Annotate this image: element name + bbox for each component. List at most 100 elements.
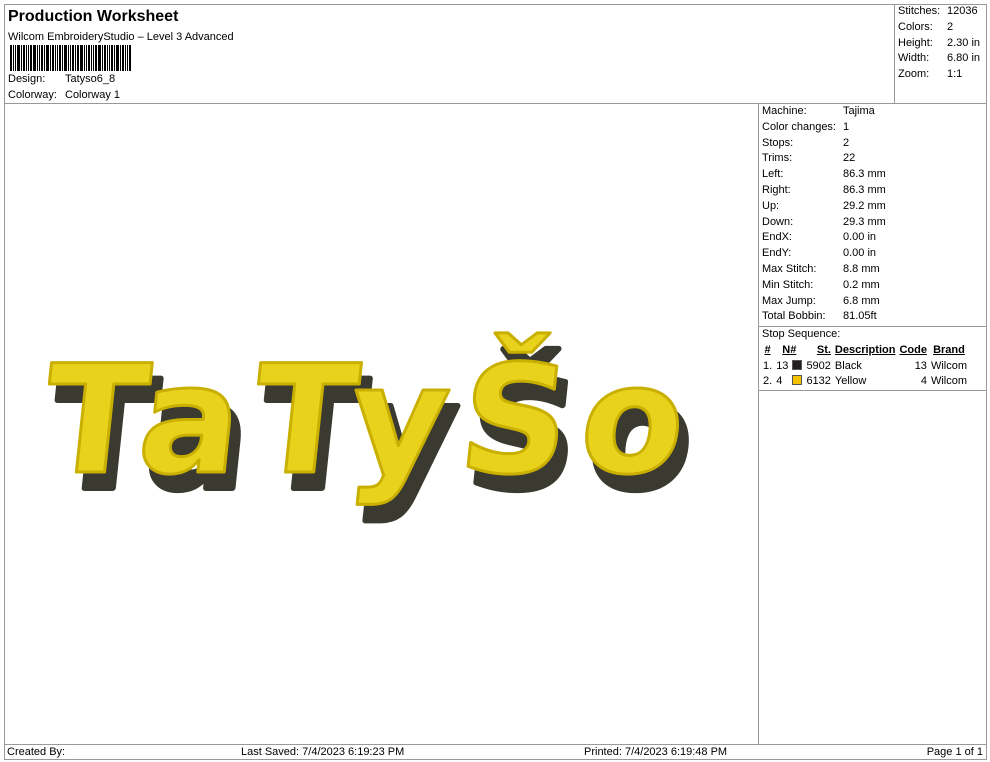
column-header: # bbox=[764, 344, 771, 357]
code: 13 bbox=[914, 359, 927, 372]
machine-value: 29.2 mm bbox=[843, 199, 886, 212]
column-header: Description bbox=[834, 344, 896, 357]
design-value: Tatyso6_8 bbox=[65, 73, 116, 85]
colorway-value: Colorway 1 bbox=[65, 89, 121, 101]
machine-label: Right: bbox=[762, 183, 791, 196]
created-by: Created By: bbox=[7, 746, 66, 758]
machine-label: Trims: bbox=[762, 152, 793, 165]
last-saved: Last Saved: 7/4/2023 6:19:23 PM bbox=[241, 746, 405, 758]
stat-label: Stitches: bbox=[898, 5, 941, 17]
stat-value: 2.30 in bbox=[947, 36, 981, 49]
machine-row: Left: 86.3 mm bbox=[759, 167, 987, 183]
design-row: Design: Tatyso6_8 bbox=[8, 73, 115, 85]
machine-row: Up: 29.2 mm bbox=[759, 199, 987, 215]
stop-sequence-table: # N# St. Description Code Brand 1. 13 5902 Black 1… bbox=[761, 343, 969, 390]
stat-label: Height: bbox=[898, 36, 933, 49]
machine-info: Machine: Tajima Color changes: 1 Stops: 2 Trim… bbox=[759, 104, 987, 325]
machine-value: 81.05ft bbox=[843, 310, 877, 323]
column-header: Brand bbox=[933, 344, 965, 357]
software-name: Wilcom EmbroideryStudio – Level 3 Advanc… bbox=[8, 31, 234, 43]
machine-label: Total Bobbin: bbox=[762, 310, 826, 323]
stat-row: Height: 2.30 in bbox=[895, 36, 987, 52]
design-label: Design: bbox=[8, 73, 46, 85]
machine-row: Trims: 22 bbox=[759, 151, 987, 167]
stitches: 6132 bbox=[806, 375, 831, 388]
column-header: N# bbox=[782, 344, 797, 357]
machine-label: Machine: bbox=[762, 105, 807, 117]
embroidery-design: TaTyŠo TaTyŠo bbox=[34, 332, 705, 527]
machine-value: 22 bbox=[843, 152, 856, 165]
machine-panel: Machine: Tajima Color changes: 1 Stops: 2 Trim… bbox=[759, 104, 987, 744]
page-number: Page 1 of 1 bbox=[926, 746, 983, 758]
machine-value: Tajima bbox=[843, 105, 875, 117]
machine-value: 86.3 mm bbox=[843, 183, 886, 196]
stop-sequence-label: Stop Sequence: bbox=[762, 328, 841, 341]
machine-row: Total Bobbin: 81.05ft bbox=[759, 309, 987, 325]
color-swatch bbox=[792, 375, 803, 386]
stat-row: Width: 6.80 in bbox=[895, 51, 987, 67]
stop-sequence: Stop Sequence: # N# St. Description Code Bran… bbox=[759, 326, 987, 392]
column-header: St. bbox=[816, 344, 831, 357]
machine-row: Machine: Tajima bbox=[759, 104, 987, 120]
stat-row: Stitches: 12036 bbox=[895, 4, 987, 20]
brand: Wilcom bbox=[930, 375, 967, 388]
machine-row: Down: 29.3 mm bbox=[759, 215, 987, 231]
machine-row: Stops: 2 bbox=[759, 136, 987, 152]
machine-value: 86.3 mm bbox=[843, 168, 886, 181]
table-row: 1. 13 5902 Black 13 Wilcom bbox=[761, 358, 969, 374]
description: Black bbox=[834, 359, 862, 372]
machine-row: Right: 86.3 mm bbox=[759, 183, 987, 199]
stat-label: Zoom: bbox=[898, 68, 930, 81]
colorway-row: Colorway: Colorway 1 bbox=[8, 89, 120, 101]
table-row: 2. 4 6132 Yellow 4 Wilcom bbox=[761, 374, 969, 390]
stats-panel: Stitches: 12036 Colors: 2 Height: 2.30 in Widt… bbox=[895, 4, 987, 104]
stitches: 5902 bbox=[806, 359, 831, 372]
stat-value: 1:1 bbox=[947, 68, 963, 81]
machine-value: 0.00 in bbox=[843, 247, 877, 260]
machine-label: Left: bbox=[762, 168, 784, 181]
stat-value: 2 bbox=[947, 20, 954, 33]
colorway-label: Colorway: bbox=[8, 89, 57, 101]
stat-value: 6.80 in bbox=[947, 52, 981, 65]
needle: 4 bbox=[776, 375, 783, 388]
needle: 13 bbox=[776, 359, 789, 372]
brand: Wilcom bbox=[930, 359, 967, 372]
printed-date: Printed: 7/4/2023 6:19:48 PM bbox=[584, 746, 728, 758]
machine-value: 0.00 in bbox=[843, 231, 877, 244]
machine-label: EndY: bbox=[762, 247, 792, 260]
stat-row: Zoom: 1:1 bbox=[895, 67, 987, 83]
machine-label: Max Stitch: bbox=[762, 262, 817, 275]
machine-label: Stops: bbox=[762, 136, 794, 149]
row-index: 1. bbox=[763, 359, 773, 372]
code: 4 bbox=[920, 375, 927, 388]
row-index: 2. bbox=[763, 375, 773, 388]
machine-value: 29.3 mm bbox=[843, 215, 886, 228]
stat-label: Width: bbox=[898, 52, 930, 65]
barcode bbox=[10, 45, 150, 71]
machine-label: Color changes: bbox=[762, 120, 836, 133]
stat-value: 12036 bbox=[947, 5, 978, 17]
design-preview: TaTyŠo TaTyŠo bbox=[4, 104, 759, 744]
color-swatch bbox=[792, 359, 803, 370]
machine-row: Color changes: 1 bbox=[759, 120, 987, 136]
header: Production Worksheet Wilcom EmbroiderySt… bbox=[4, 4, 895, 104]
machine-value: 2 bbox=[843, 136, 850, 149]
column-header: Code bbox=[899, 344, 927, 357]
machine-value: 1 bbox=[843, 120, 850, 133]
machine-row: EndX: 0.00 in bbox=[759, 230, 987, 246]
machine-row: Max Jump: 6.8 mm bbox=[759, 294, 987, 310]
footer: Created By: Last Saved: 7/4/2023 6:19:23… bbox=[4, 744, 987, 760]
machine-label: Max Jump: bbox=[762, 294, 816, 307]
stat-row: Colors: 2 bbox=[895, 20, 987, 36]
machine-row: Min Stitch: 0.2 mm bbox=[759, 278, 987, 294]
machine-row: EndY: 0.00 in bbox=[759, 246, 987, 262]
machine-label: EndX: bbox=[762, 231, 792, 244]
description: Yellow bbox=[834, 375, 867, 388]
stat-label: Colors: bbox=[898, 20, 933, 33]
machine-value: 8.8 mm bbox=[843, 262, 880, 275]
machine-label: Up: bbox=[762, 199, 780, 212]
machine-value: 0.2 mm bbox=[843, 278, 880, 291]
machine-value: 6.8 mm bbox=[843, 294, 880, 307]
machine-label: Down: bbox=[762, 215, 794, 228]
page-title: Production Worksheet bbox=[8, 8, 179, 25]
